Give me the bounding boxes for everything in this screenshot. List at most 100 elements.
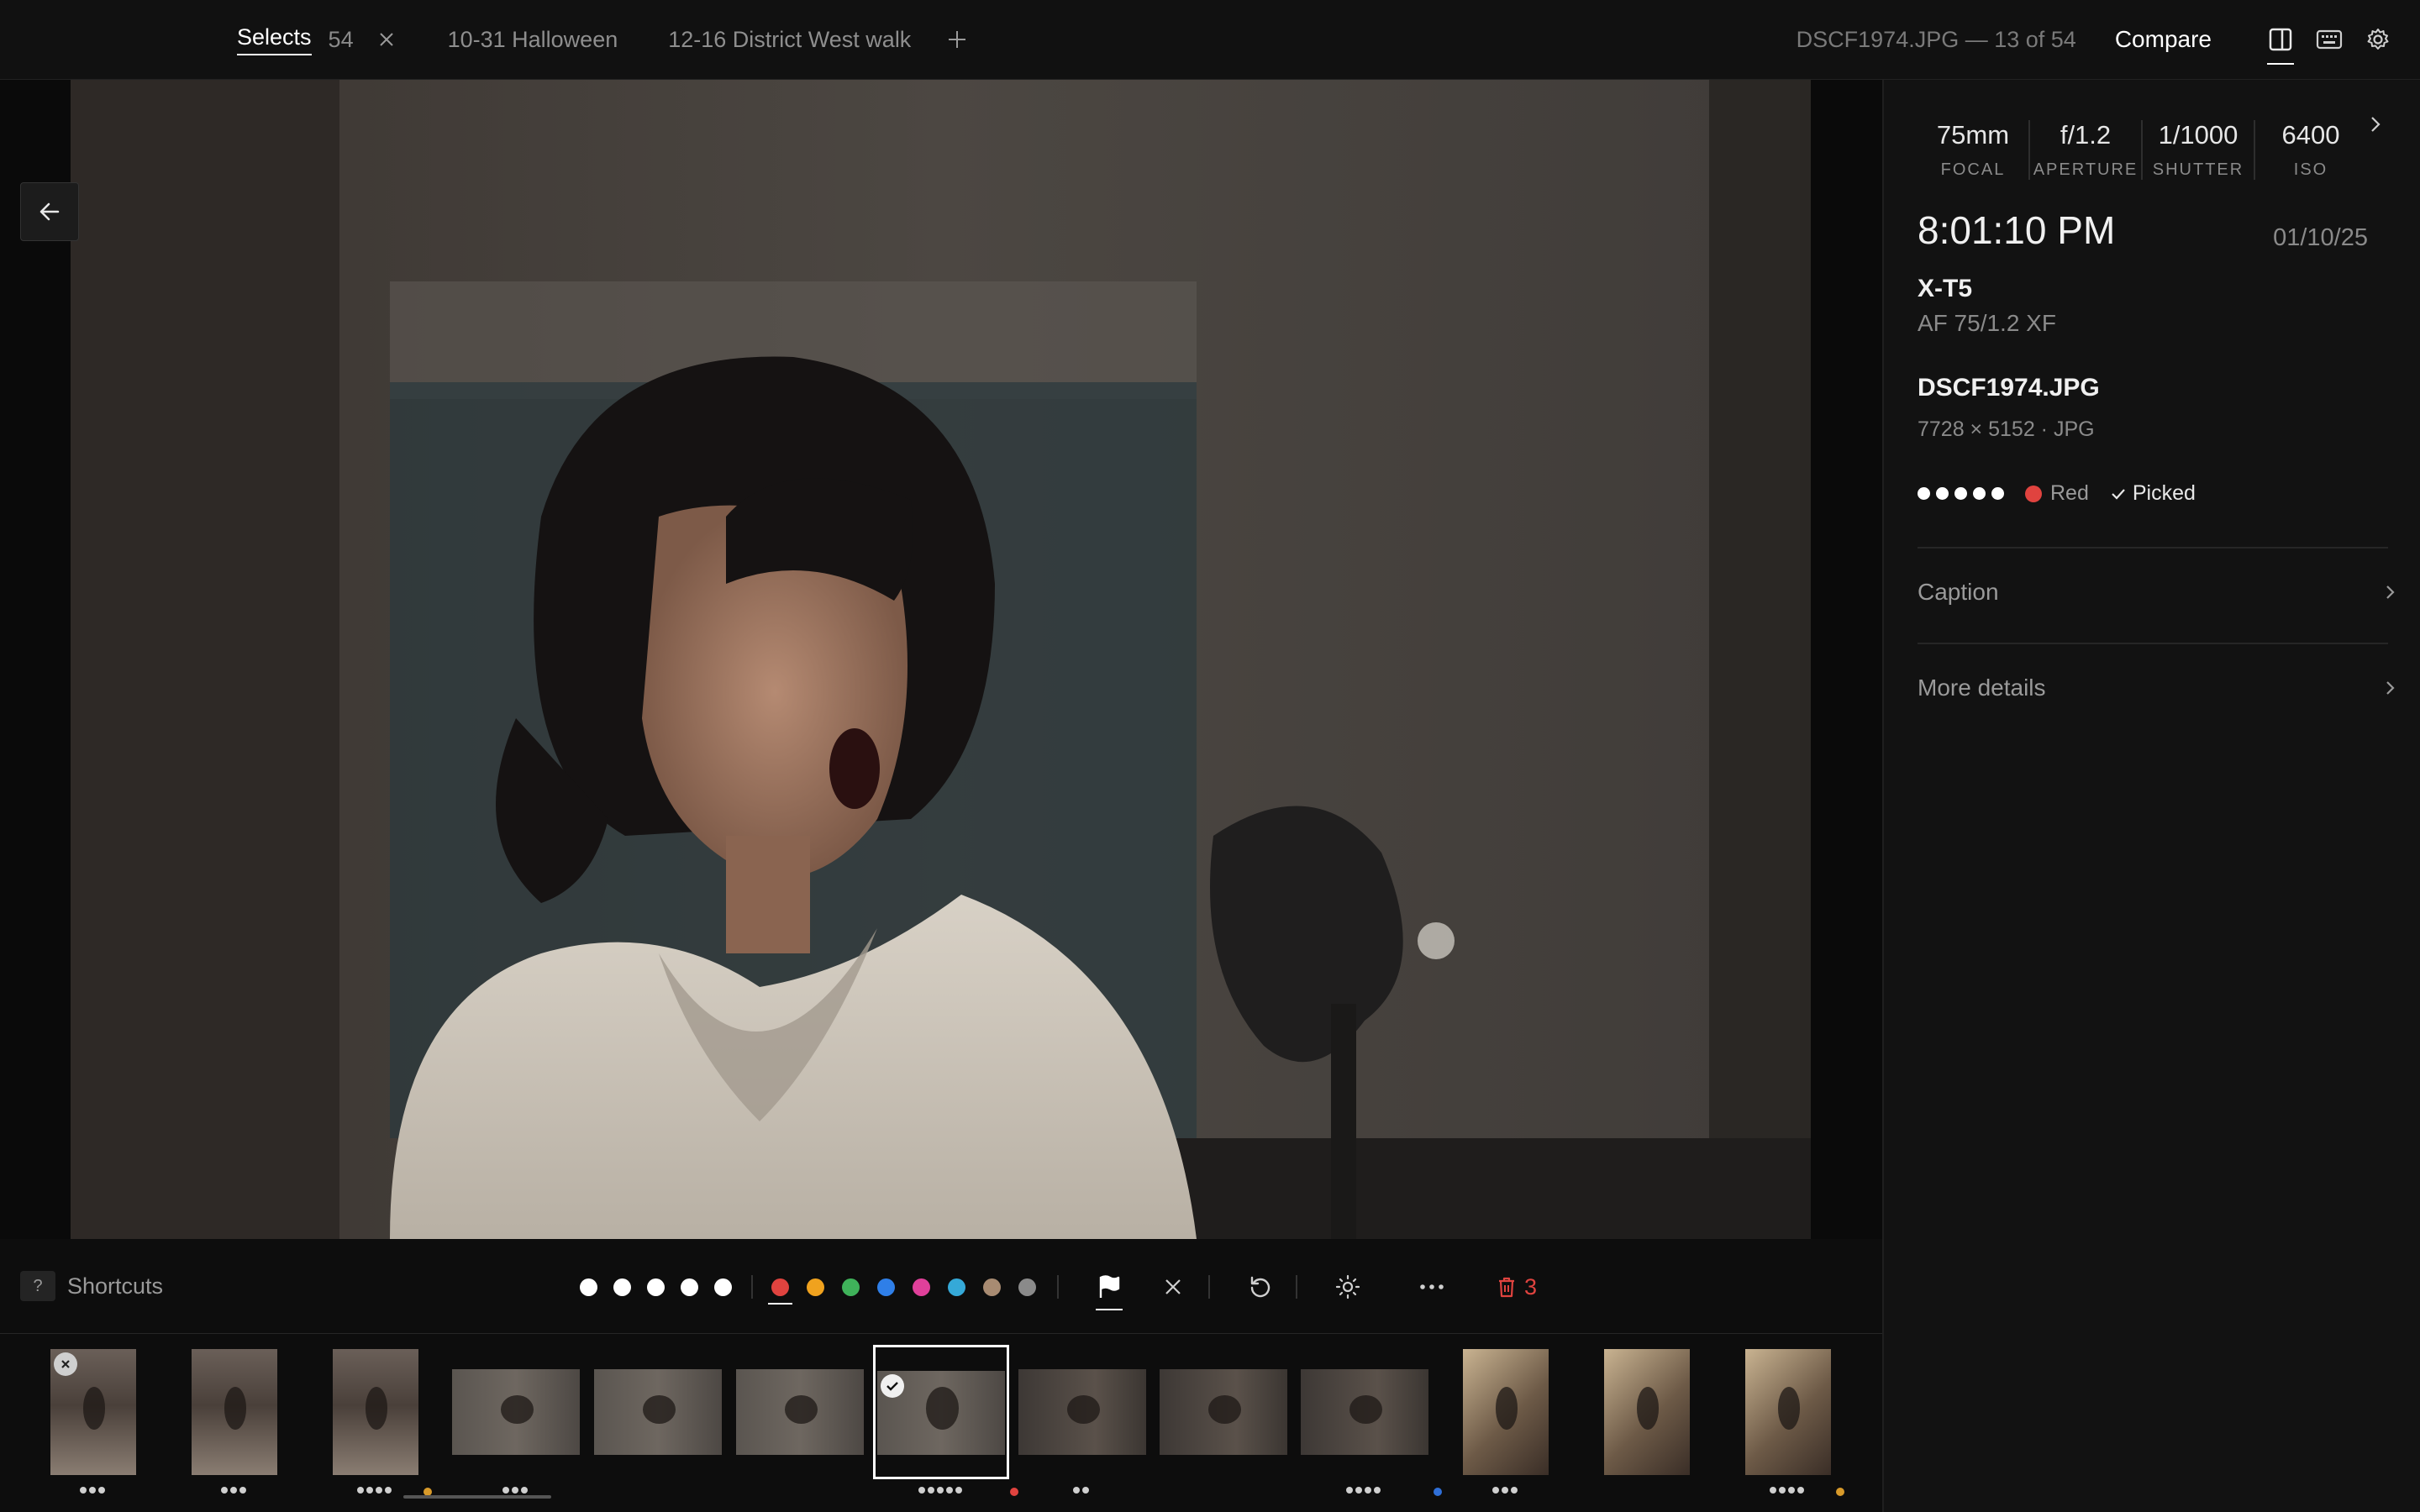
rating-dot — [366, 1487, 373, 1494]
thumb-subject — [500, 1394, 534, 1425]
color-label-control — [768, 1278, 1054, 1305]
exif-value: 6400 — [2281, 120, 2340, 150]
tab-label: 12-16 District West walk — [668, 26, 912, 52]
filmstrip-thumb[interactable] — [1018, 1369, 1146, 1455]
rating-display — [1918, 487, 2010, 500]
chevron-right-icon — [2386, 585, 2395, 599]
pick-flag-button[interactable] — [1091, 1268, 1128, 1310]
rating-dot-3[interactable] — [647, 1278, 665, 1296]
color-label-3[interactable] — [842, 1278, 860, 1296]
more-icon — [1420, 1284, 1444, 1289]
trash-button[interactable]: 3 — [1497, 1274, 1537, 1300]
filmstrip-thumb[interactable] — [192, 1349, 277, 1475]
thumb-subject — [1066, 1394, 1101, 1425]
shortcuts-button[interactable]: ? Shortcuts — [20, 1271, 163, 1301]
filmstrip-thumb[interactable] — [1463, 1349, 1549, 1475]
thumb-color-label — [1010, 1488, 1018, 1496]
rating-dot — [955, 1487, 962, 1494]
reject-button[interactable] — [1155, 1268, 1192, 1305]
rating-dot — [520, 1487, 528, 1494]
exif-value: f/1.2 — [2060, 120, 2112, 150]
camera-model: X-T5 — [1918, 275, 1973, 302]
rating-dot — [220, 1487, 228, 1494]
divider — [1057, 1275, 1059, 1299]
rating-dot — [1346, 1487, 1353, 1494]
thumb-color-label — [1434, 1488, 1442, 1496]
thumb-subject — [224, 1387, 247, 1430]
exif-value: 75mm — [1936, 120, 2010, 150]
add-tab-button[interactable] — [944, 27, 970, 52]
filmstrip-thumb[interactable] — [1301, 1369, 1428, 1455]
tool-group: 3 — [580, 1266, 1537, 1310]
filmstrip-thumb[interactable] — [1160, 1369, 1287, 1455]
divider — [1296, 1275, 1297, 1299]
thumb-rating — [1491, 1487, 1520, 1495]
thumb-subject — [1207, 1394, 1242, 1425]
filmstrip-thumb[interactable] — [333, 1349, 418, 1475]
rating-dot-4[interactable] — [681, 1278, 698, 1296]
close-icon[interactable] — [376, 29, 397, 50]
color-label-8[interactable] — [1018, 1278, 1036, 1296]
thumb-subject — [1636, 1387, 1660, 1430]
more-button[interactable] — [1413, 1268, 1450, 1305]
rotate-button[interactable] — [1242, 1268, 1279, 1305]
color-label-1[interactable] — [768, 1278, 792, 1305]
rating-dot — [229, 1487, 237, 1494]
chevron-right-icon[interactable] — [2363, 112, 2388, 137]
trash-icon — [1499, 1277, 1514, 1298]
color-label-2[interactable] — [807, 1278, 824, 1296]
rating-dot — [97, 1487, 105, 1494]
close-icon — [1165, 1279, 1181, 1294]
thumb-rating — [918, 1487, 965, 1495]
exif-label: ISO — [2293, 160, 2328, 179]
filmstrip-thumb[interactable] — [1604, 1349, 1690, 1475]
panel-toggle-icon[interactable] — [2264, 23, 2297, 65]
filmstrip-thumb[interactable] — [452, 1369, 580, 1455]
thumb-rating — [502, 1487, 530, 1495]
pick-status-label: Picked — [2132, 481, 2196, 505]
color-label-6[interactable] — [948, 1278, 965, 1296]
compare-button[interactable]: Compare — [2115, 26, 2212, 53]
exif-label: FOCAL — [1940, 160, 2006, 179]
rating-dot — [357, 1487, 364, 1494]
color-label-7[interactable] — [983, 1278, 1001, 1296]
filmstrip-thumb[interactable] — [1745, 1349, 1831, 1475]
top-bar: Selects 54 10-31 Halloween 12-16 Distric… — [0, 0, 2420, 80]
gear-icon[interactable] — [2361, 23, 2395, 56]
section-label: Caption — [1918, 579, 1999, 605]
rating-dot — [1491, 1487, 1499, 1494]
filmstrip-thumb[interactable] — [873, 1345, 1009, 1479]
rating-dot — [1770, 1487, 1776, 1494]
filmstrip-scrollbar[interactable] — [403, 1495, 551, 1499]
rating-dot — [1797, 1487, 1804, 1494]
filmstrip-thumb[interactable] — [594, 1369, 722, 1455]
divider — [1918, 547, 2388, 549]
file-name: DSCF1974.JPG — [1918, 374, 2100, 402]
rating-dot — [927, 1487, 934, 1494]
color-label-4[interactable] — [877, 1278, 895, 1296]
filmstrip — [0, 1334, 1882, 1512]
thumb-subject — [784, 1394, 818, 1425]
thumb-subject — [365, 1387, 388, 1430]
tab-district-west-walk[interactable]: 12-16 District West walk — [668, 0, 911, 79]
rating-dot — [1788, 1487, 1795, 1494]
tab-count: 54 — [328, 26, 354, 52]
section-label: More details — [1918, 675, 2046, 701]
tab-halloween[interactable]: 10-31 Halloween — [448, 0, 618, 79]
rating-dot — [1918, 487, 1930, 500]
color-label-5[interactable] — [913, 1278, 930, 1296]
reject-badge-icon — [54, 1352, 77, 1376]
rating-dot — [1365, 1487, 1371, 1494]
exif-label: APERTURE — [2033, 160, 2139, 179]
back-button[interactable] — [20, 182, 79, 241]
more-details-section[interactable]: More details — [1918, 663, 2396, 713]
rating-dot-2[interactable] — [613, 1278, 631, 1296]
rating-dot-1[interactable] — [580, 1278, 597, 1296]
rating-dot-5[interactable] — [714, 1278, 732, 1296]
caption-section[interactable]: Caption — [1918, 567, 2396, 617]
keyboard-icon[interactable] — [2312, 23, 2346, 56]
filmstrip-thumb[interactable] — [736, 1369, 864, 1455]
divider — [1208, 1275, 1210, 1299]
adjust-button[interactable] — [1329, 1268, 1366, 1305]
tab-selects[interactable]: Selects 54 — [237, 0, 397, 79]
